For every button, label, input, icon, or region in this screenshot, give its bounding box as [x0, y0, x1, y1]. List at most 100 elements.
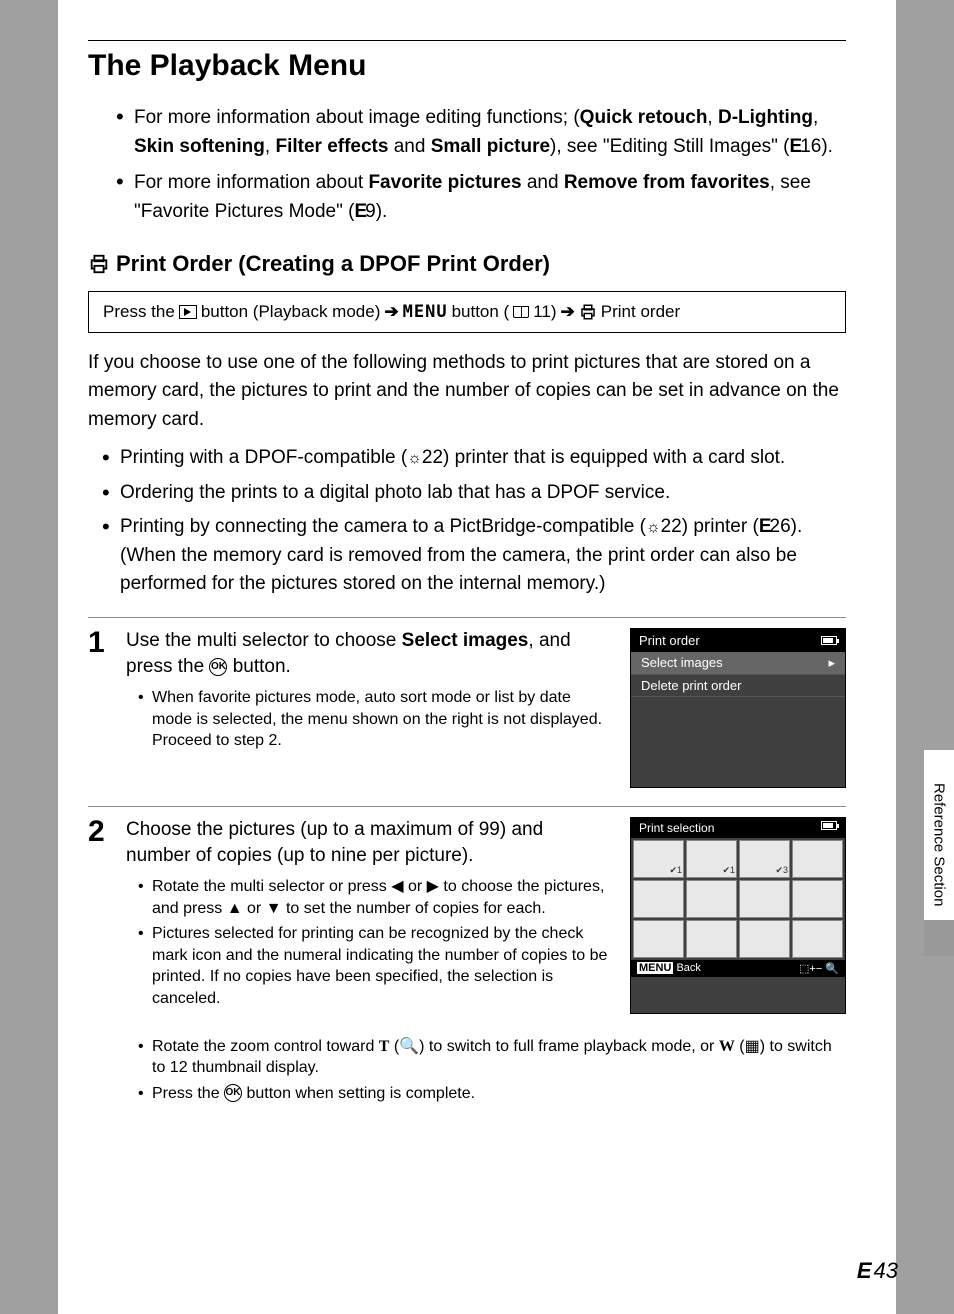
text: ) to switch to full frame playback mode,… [419, 1038, 719, 1055]
text: For more information about image editing… [134, 107, 580, 128]
book-icon [513, 306, 529, 318]
thumbnail [739, 920, 790, 958]
thumbnail [792, 920, 843, 958]
text: , [813, 107, 818, 128]
menu-label: Select images [641, 655, 723, 671]
method-1: Printing with a DPOF-compatible (☼22) pr… [102, 444, 846, 473]
text: Use the multi selector to choose [126, 630, 402, 651]
text-bold: Quick retouch [580, 107, 708, 128]
text: 22) printer ( [661, 516, 759, 537]
left-arrow-icon: ◀ [391, 876, 403, 898]
thumbnail [633, 920, 684, 958]
text: 9). [365, 201, 387, 222]
screen-footer: MENU Back ⬚+− 🔍 [631, 960, 845, 977]
back-hint: MENU Back [637, 962, 701, 975]
text-bold: Select images [402, 630, 529, 651]
text: 22) printer that is equipped with a card… [422, 447, 785, 468]
text: Rotate the multi selector or press [152, 878, 391, 895]
step-1-sublist: When favorite pictures mode, auto sort m… [138, 687, 612, 752]
heading-text: Print Order (Creating a DPOF Print Order… [116, 251, 550, 277]
right-arrow-icon: ▶ [427, 876, 439, 898]
arrow-icon: ➔ [384, 302, 398, 322]
t-key: T [379, 1038, 390, 1055]
battery-icon [821, 636, 837, 645]
text: 11) [533, 302, 556, 322]
text: or [243, 900, 266, 917]
text-bold: Favorite pictures [368, 172, 521, 193]
text: and [388, 136, 430, 157]
text: ), see "Editing Still Images" ( [550, 136, 789, 157]
section-ref-icon: E [790, 136, 801, 157]
text: or [404, 878, 427, 895]
bulb-icon: ☼ [407, 447, 422, 471]
menu-badge: MENU [637, 962, 673, 974]
body-paragraph: If you choose to use one of the followin… [88, 349, 846, 435]
text: button (Playback mode) [201, 302, 381, 322]
method-3: Printing by connecting the camera to a P… [102, 513, 846, 599]
text: 16). [800, 136, 833, 157]
bulb-icon: ☼ [646, 516, 661, 540]
ok-button-icon: OK [209, 658, 227, 676]
thumbnail: ✔1 [633, 840, 684, 878]
text: and [522, 172, 564, 193]
text-bold: Filter effects [275, 136, 388, 157]
intro-list: For more information about image editing… [116, 103, 846, 227]
screen-title: Print order [639, 633, 700, 648]
page-title: The Playback Menu [88, 49, 846, 83]
text: , [707, 107, 718, 128]
thumbnail [792, 840, 843, 878]
camera-screen-selection: Print selection ✔1 ✔1 ✔3 [630, 817, 846, 1014]
step-2-sublist-b: Rotate the zoom control toward T (🔍) to … [138, 1036, 846, 1109]
menu-item-delete-order: Delete print order [631, 675, 845, 697]
step-2-note-1: Rotate the multi selector or press ◀ or … [138, 876, 612, 919]
screen-title: Print selection [639, 821, 714, 835]
text: Press the [152, 1085, 224, 1102]
text: ( [389, 1038, 399, 1055]
page-number-text: 43 [874, 1258, 898, 1284]
step-number: 2 [88, 817, 112, 1109]
methods-list: Printing with a DPOF-compatible (☼22) pr… [102, 444, 846, 599]
text: Rotate the zoom control toward [152, 1038, 379, 1055]
battery-icon [821, 821, 837, 830]
thumbnail-grid: ✔1 ✔1 ✔3 [631, 838, 845, 960]
step-2-sublist-a: Rotate the multi selector or press ◀ or … [138, 876, 612, 1010]
camera-screen-menu: Print order Select images▸ Delete print … [630, 628, 846, 788]
thumbnail [792, 880, 843, 918]
magnify-icon: 🔍 [399, 1038, 419, 1055]
arrow-icon: ➔ [561, 302, 575, 322]
method-2: Ordering the prints to a digital photo l… [102, 479, 846, 508]
step-1-note: When favorite pictures mode, auto sort m… [138, 687, 612, 752]
up-arrow-icon: ▲ [227, 898, 243, 920]
thumbnail [686, 880, 737, 918]
playback-icon [179, 305, 197, 319]
step-1: 1 Use the multi selector to choose Selec… [88, 628, 846, 788]
print-order-heading: Print Order (Creating a DPOF Print Order… [88, 251, 846, 277]
divider [88, 617, 846, 618]
intro-bullet-2: For more information about Favorite pict… [116, 168, 846, 227]
step-2-note-2: Pictures selected for printing can be re… [138, 923, 612, 1009]
text: Printing with a DPOF-compatible ( [120, 447, 407, 468]
step-1-title: Use the multi selector to choose Select … [126, 628, 612, 681]
print-icon [88, 253, 110, 275]
text-bold: D-Lighting [718, 107, 813, 128]
thumbnail [739, 880, 790, 918]
navigation-path-box: Press the button (Playback mode) ➔ MENU … [88, 291, 846, 333]
text: For more information about [134, 172, 368, 193]
ok-button-icon: OK [224, 1084, 242, 1102]
screen-empty-area [631, 697, 845, 787]
section-ref-icon: E [857, 1258, 870, 1284]
thumbnail: ✔3 [739, 840, 790, 878]
intro-bullet-1: For more information about image editing… [116, 103, 846, 162]
page-number: E43 [857, 1258, 898, 1284]
step-2-note-3: Rotate the zoom control toward T (🔍) to … [138, 1036, 846, 1079]
thumbnail: ✔1 [686, 840, 737, 878]
step-2-note-4: Press the OK button when setting is comp… [138, 1083, 846, 1105]
thumbnail [686, 920, 737, 958]
print-icon [579, 303, 597, 321]
grid-icon: ▦ [745, 1038, 760, 1055]
text: Back [676, 962, 700, 974]
screen-header: Print order [631, 629, 845, 652]
text: Printing by connecting the camera to a P… [120, 516, 646, 537]
text: button. [227, 656, 290, 677]
rule-top [88, 40, 846, 41]
